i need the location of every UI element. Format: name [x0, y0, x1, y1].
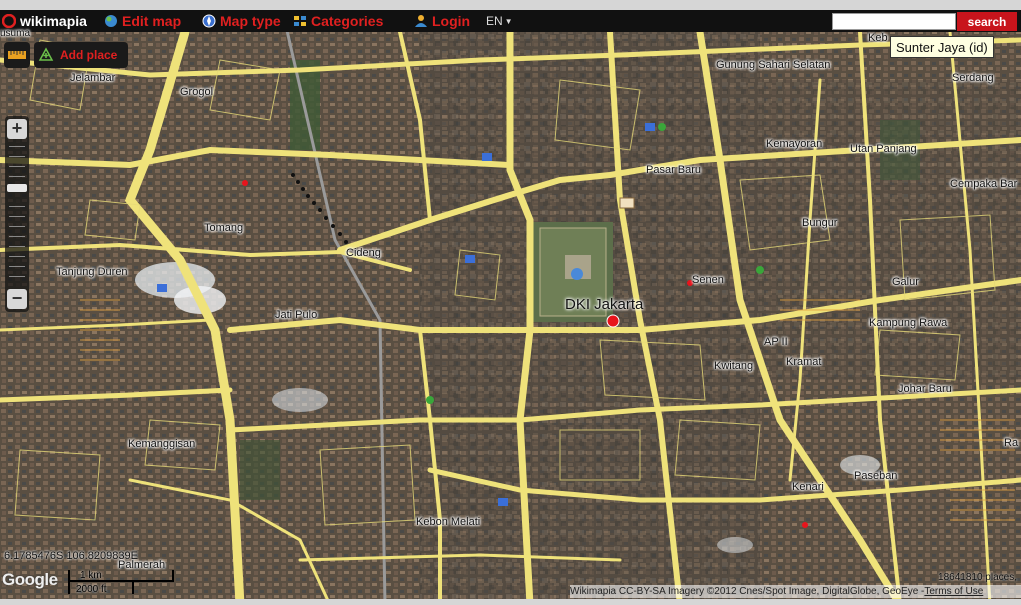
user-icon: [414, 14, 428, 28]
add-place-icon: [38, 46, 54, 65]
zoom-in-button[interactable]: +: [7, 119, 27, 139]
dki-jakarta-label[interactable]: DKI Jakarta: [565, 296, 643, 313]
edit-map-button[interactable]: Edit map: [104, 10, 181, 32]
place-tooltip: Sunter Jaya (id): [890, 36, 994, 58]
scale-tick: [172, 570, 174, 582]
map-label: Kebon Melati: [416, 516, 481, 528]
map-label: Kwitang: [714, 360, 754, 372]
zoom-slider-thumb[interactable]: [7, 184, 27, 192]
login-button[interactable]: Login: [414, 10, 470, 32]
logo-text: wikimapia: [20, 13, 87, 29]
attribution-bar: Wikimapia CC-BY-SA Imagery ©2012 Cnes/Sp…: [570, 585, 1021, 598]
zoom-tick: [9, 256, 25, 257]
categories-button[interactable]: Categories: [293, 10, 383, 32]
zoom-tick: [9, 156, 25, 157]
map-label: Kramat: [786, 356, 822, 368]
map-label: Serdang: [952, 72, 994, 84]
zoom-tick: [9, 216, 25, 217]
map-label: Tomang: [204, 222, 244, 234]
map-label: Grogol: [180, 86, 214, 98]
zoom-tick: [9, 226, 25, 227]
browser-bottom-strip: [0, 599, 1021, 605]
satellite-map[interactable]: [0, 0, 1021, 605]
map-label: Bungur: [802, 217, 838, 229]
map-label: Paseban: [854, 470, 898, 482]
map-label: Cideng: [346, 247, 381, 259]
attribution-text: Wikimapia CC-BY-SA Imagery ©2012 Cnes/Sp…: [570, 586, 925, 597]
zoom-tick: [9, 166, 25, 167]
map-label: Ra: [1004, 437, 1019, 449]
map-label: Utan Panjang: [850, 143, 917, 155]
places-count: 18641810 places,: [938, 572, 1017, 583]
map-label: Jati Pulo: [275, 309, 318, 321]
login-label: Login: [432, 13, 471, 29]
cursor-coordinates: 6.1785476S 106.8209839E: [4, 550, 138, 562]
map-label: AP II: [764, 336, 788, 348]
categories-label: Categories: [311, 13, 384, 29]
scale-bar: 1 km 2000 ft: [68, 570, 176, 596]
add-place-label: Add place: [60, 48, 118, 62]
search-input[interactable]: [832, 13, 956, 30]
map-label: Galur: [892, 276, 919, 288]
zoom-tick: [9, 276, 25, 277]
ruler-icon: [8, 51, 26, 59]
map-label: Kemayoran: [766, 138, 823, 150]
zoom-tick: [9, 206, 25, 207]
map-type-button[interactable]: Map type: [202, 10, 281, 32]
zoom-tick: [9, 146, 25, 147]
map-label: Kampung Rawa: [869, 317, 948, 329]
search-button[interactable]: search: [957, 12, 1017, 31]
language-selector[interactable]: EN ▼: [486, 10, 513, 32]
scale-tick: [132, 582, 134, 594]
terms-of-use-link[interactable]: Terms of Use: [924, 586, 983, 597]
zoom-tick: [9, 236, 25, 237]
map-type-label: Map type: [220, 13, 281, 29]
add-place-button[interactable]: Add place: [34, 42, 128, 68]
chevron-down-icon: ▼: [504, 16, 513, 26]
map-label: Gunung Sahari Selatan: [716, 59, 831, 71]
map-label: Tanjung Duren: [56, 266, 128, 278]
zoom-tick: [9, 246, 25, 247]
zoom-tick: [9, 266, 25, 267]
ruler-button[interactable]: [4, 42, 30, 68]
compass-icon: [202, 14, 216, 28]
map-label: Cempaka Bar: [950, 178, 1018, 190]
google-logo: Google: [2, 570, 58, 589]
map-label: Keb: [868, 32, 888, 44]
zoom-tick: [9, 176, 25, 177]
map-label: Pasar Baru: [646, 164, 702, 176]
map-label: Johar Baru: [898, 383, 952, 395]
scale-ft-label: 2000 ft: [76, 584, 107, 595]
map-label: usuma: [0, 28, 31, 39]
language-label: EN: [486, 14, 503, 28]
scale-km-label: 1 km: [80, 570, 102, 581]
map-label: Kemanggisan: [128, 438, 196, 450]
edit-map-label: Edit map: [122, 13, 182, 29]
zoom-out-button[interactable]: −: [7, 289, 27, 309]
map-label: Senen: [692, 274, 724, 286]
globe-icon: [104, 14, 118, 28]
map-label: Kenari: [792, 481, 824, 493]
scale-tick: [68, 570, 70, 594]
map-label: Jelambar: [70, 72, 116, 84]
zoom-control: + −: [5, 116, 29, 312]
wikimapia-logo-icon: [1, 13, 17, 29]
categories-icon: [293, 14, 307, 28]
